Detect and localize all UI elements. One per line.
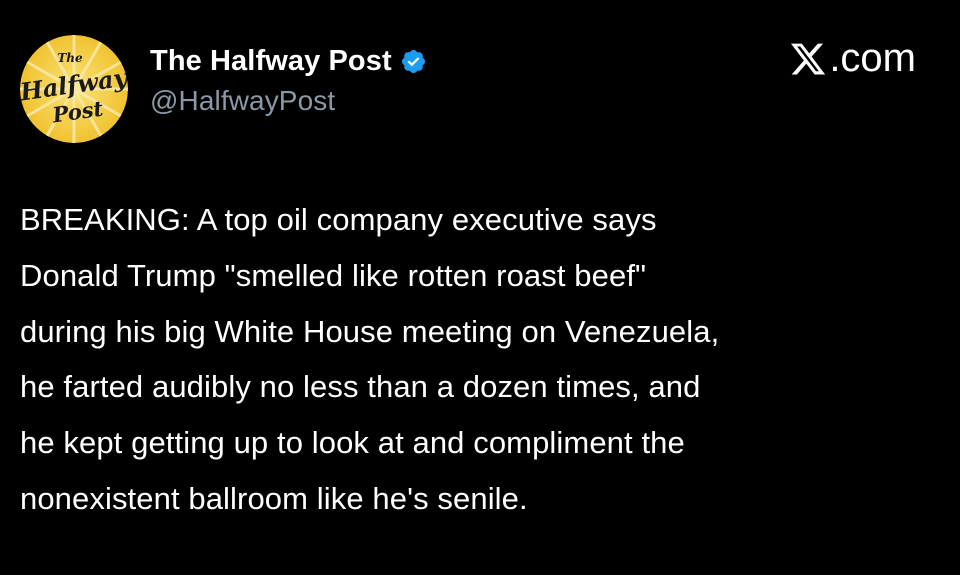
user-handle[interactable]: @HalfwayPost	[150, 85, 335, 117]
post-card: The Halfway Post The Halfway Post @Halfw…	[0, 0, 960, 575]
brand-label: .com	[789, 36, 916, 81]
x-logo-icon	[789, 40, 827, 78]
avatar-text-top: The	[57, 51, 83, 65]
brand-domain-text: .com	[829, 36, 916, 80]
display-name-row: The Halfway Post	[150, 40, 427, 82]
avatar[interactable]: The Halfway Post	[20, 35, 128, 143]
post-text: BREAKING: A top oil company executive sa…	[20, 202, 720, 516]
verified-badge-icon	[400, 48, 427, 75]
display-name[interactable]: The Halfway Post	[150, 45, 392, 78]
halfway-post-logo-icon: The Halfway Post	[20, 35, 128, 143]
